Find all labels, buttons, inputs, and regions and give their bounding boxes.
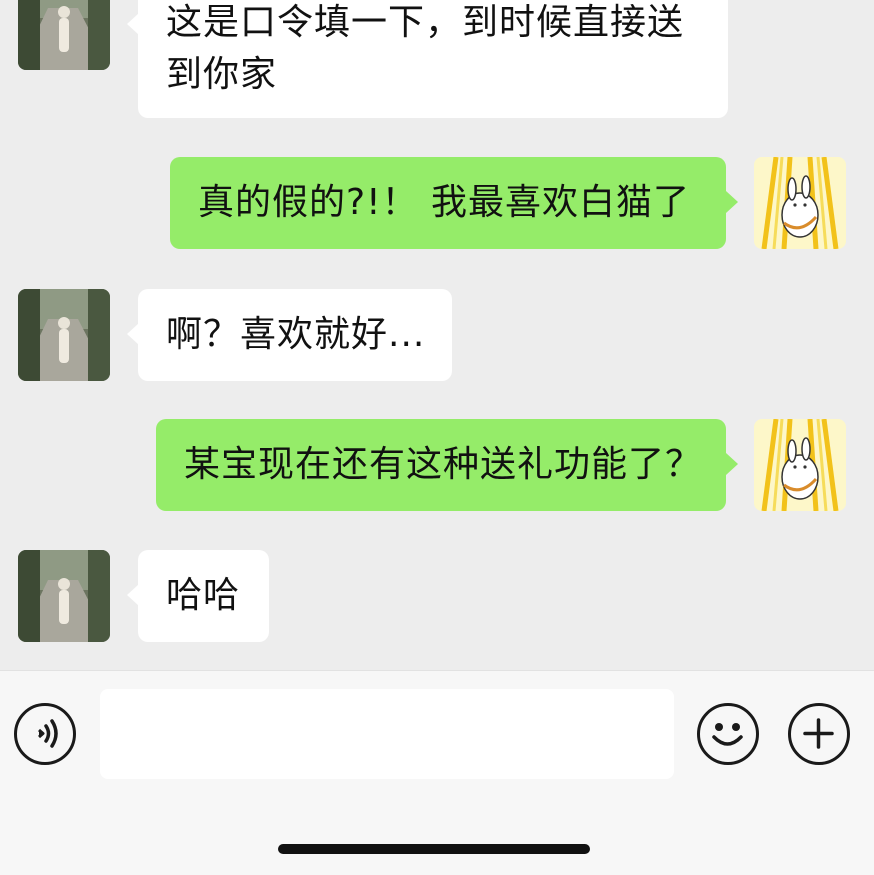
contact-avatar-photo [18,289,110,381]
message-bubble-outgoing[interactable]: 真的假的?!！ 我最喜欢白猫了 [170,157,726,249]
more-button[interactable] [788,703,850,765]
message-bubble-incoming[interactable]: 哈哈 [138,550,269,642]
message-text-line: 真的假的?!！ 我最喜欢白猫了 [198,182,690,223]
message-text-line: 到你家 [166,54,278,95]
home-indicator[interactable] [278,844,590,854]
bubble-tail [726,453,738,475]
message-text-line: 啊？喜欢就好... [166,314,426,355]
message-text-line: 某宝现在还有这种送礼功能了？ [184,444,703,485]
emoji-button[interactable] [697,703,759,765]
contact-avatar[interactable] [18,289,110,381]
voice-icon [38,719,58,748]
my-avatar[interactable] [754,157,846,249]
chat-message-list[interactable]: 这是口令填一下，到时候直接送 到你家 真的假的?!！ 我最喜欢白猫了 啊？喜欢就… [0,0,874,670]
message-text-line: 哈哈 [166,575,241,616]
plus-icon [803,718,834,749]
contact-avatar-photo [18,550,110,642]
my-avatar-image [754,419,846,511]
input-bar [0,670,874,875]
message-bubble-outgoing[interactable]: 某宝现在还有这种送礼功能了？ [156,419,726,511]
contact-avatar[interactable] [18,0,110,70]
message-bubble-incoming[interactable]: 这是口令填一下，到时候直接送 到你家 [138,0,728,118]
voice-button[interactable] [14,703,76,765]
message-input[interactable] [100,689,674,779]
message-bubble-incoming[interactable]: 啊？喜欢就好... [138,289,452,381]
my-avatar[interactable] [754,419,846,511]
my-avatar-image [754,157,846,249]
bubble-tail [726,191,738,213]
message-text-line: 这是口令填一下，到时候直接送 [166,2,685,43]
emoji-icon [712,723,743,746]
contact-avatar[interactable] [18,550,110,642]
contact-avatar-photo [18,0,110,70]
